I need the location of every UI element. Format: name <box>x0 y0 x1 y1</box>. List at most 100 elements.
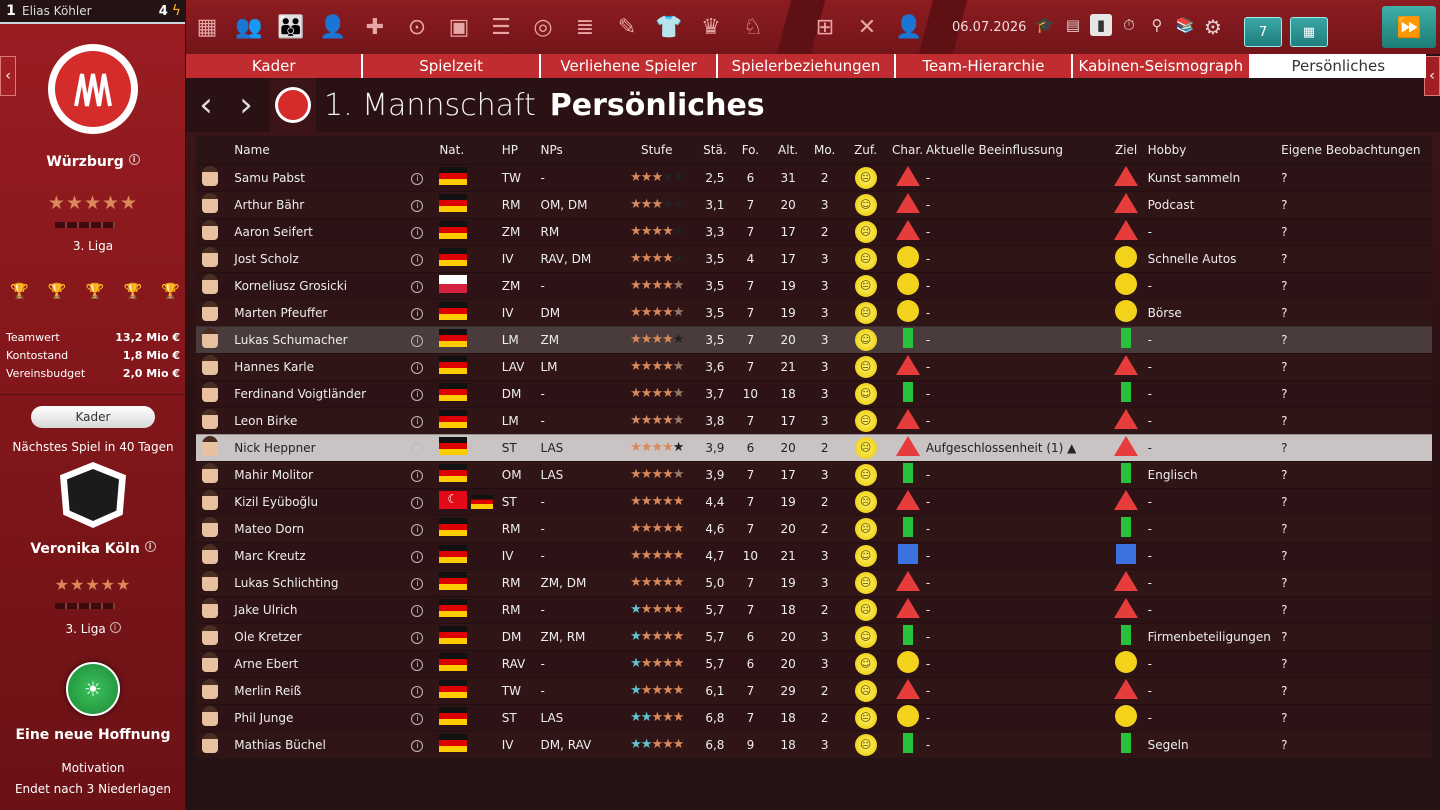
circle-icon[interactable] <box>1115 300 1138 322</box>
meeting-icon[interactable]: ☰ <box>480 0 522 54</box>
info-icon[interactable]: i <box>411 605 424 617</box>
mood-smiley-icon[interactable]: ☹ <box>854 436 877 459</box>
mood-smiley-icon[interactable]: ☺ <box>854 382 877 405</box>
circle-icon[interactable] <box>896 273 919 295</box>
triangle-icon[interactable] <box>1114 490 1139 510</box>
circle-icon[interactable] <box>896 300 919 322</box>
info-icon[interactable]: i <box>411 497 424 509</box>
player-name[interactable]: Kizil Eyüboğlu <box>228 487 412 515</box>
table-row[interactable]: Lukas Schlichting i RM ZM, DM ★★★★★ 5,0 7 19 3 😐 -… <box>196 568 1432 596</box>
info-icon[interactable]: i <box>411 740 424 753</box>
club-office-icon[interactable]: ▦ <box>186 0 228 54</box>
search-icon[interactable]: ⚲ <box>1146 14 1168 36</box>
col-mo[interactable]: Mo. <box>807 136 842 164</box>
rectangle-icon[interactable] <box>1121 733 1132 754</box>
tab-spielzeit[interactable]: Spielzeit <box>363 54 541 78</box>
triangle-icon[interactable] <box>895 598 920 618</box>
rectangle-icon[interactable] <box>1121 328 1132 348</box>
rectangle-icon[interactable] <box>902 463 913 483</box>
info-icon[interactable]: i <box>411 632 424 644</box>
kader-button[interactable]: Kader <box>31 406 155 428</box>
col-influence[interactable]: Aktuelle Beeinflussung <box>925 136 1105 164</box>
circle-icon[interactable] <box>1115 273 1138 295</box>
mood-smiley-icon[interactable]: 😐 <box>854 409 877 432</box>
back-arrow-icon[interactable]: ‹ <box>186 85 226 125</box>
player-name[interactable]: Phil Junge <box>228 703 412 731</box>
col-nps[interactable]: NPs <box>540 136 616 164</box>
player-name[interactable]: Mathias Büchel <box>228 730 412 758</box>
mood-smiley-icon[interactable]: ☺ <box>854 625 877 648</box>
col-sta[interactable]: Stä. <box>697 136 733 164</box>
squad-icon[interactable]: 👥 <box>228 0 270 54</box>
info-icon[interactable]: i <box>411 416 424 428</box>
triangle-icon[interactable] <box>1114 220 1139 240</box>
player-name[interactable]: Jake Ulrich <box>228 595 412 623</box>
circle-icon[interactable] <box>1115 705 1138 727</box>
info-icon[interactable]: i <box>109 622 121 633</box>
circle-icon[interactable] <box>1115 246 1138 268</box>
table-row[interactable]: Marc Kreutz i IV - ★★★★★ 4,7 10 21 3 ☺ - -? <box>196 541 1432 569</box>
player-name[interactable]: Aaron Seifert <box>228 217 412 245</box>
contracts-icon[interactable]: ✎ <box>606 0 648 54</box>
triangle-icon[interactable] <box>1114 436 1139 456</box>
player-observation[interactable]: ? <box>1281 514 1432 542</box>
rectangle-icon[interactable] <box>902 625 913 645</box>
mood-smiley-icon[interactable]: 😐 <box>854 274 877 297</box>
player-name[interactable]: Arthur Bähr <box>228 190 412 218</box>
info-icon[interactable]: i <box>411 686 424 698</box>
stats-icon[interactable]: ▮ <box>1090 14 1112 36</box>
triangle-icon[interactable] <box>1114 571 1139 591</box>
player-name[interactable]: Marc Kreutz <box>228 541 412 569</box>
table-row[interactable]: Aaron Seifert i ZM RM ★★★★★ 3,3 7 17 2 ☹ - -? <box>196 217 1432 245</box>
opponent-crest[interactable] <box>60 462 126 528</box>
col-name[interactable]: Name <box>228 136 412 164</box>
table-row[interactable]: Jost Scholz i IV RAV, DM ★★★★★ 3,5 4 17 3 😐 - Schne… <box>196 244 1432 272</box>
square-icon[interactable] <box>1116 544 1137 564</box>
trophy-icon[interactable]: 🏆 <box>10 282 29 300</box>
stopwatch-icon[interactable]: ⏱ <box>1118 14 1140 36</box>
opponent-name[interactable]: Veronika Köln <box>30 541 139 557</box>
table-row[interactable]: Mathias Büchel i IV DM, RAV ★★★★★ 6,8 9 18 3 😐 - Se… <box>196 730 1432 758</box>
player-name[interactable]: Hannes Karle <box>228 352 412 380</box>
table-row[interactable]: Samu Pabst i TW - ★★★★★ 2,5 6 31 2 😐 - Kunst sammel… <box>196 163 1432 191</box>
table-row[interactable]: Kizil EyüboğluiST-★★★★★4,47192☹--? <box>196 487 1432 515</box>
triangle-icon[interactable] <box>1114 679 1139 699</box>
mood-smiley-icon[interactable]: ☹ <box>854 679 877 702</box>
table-row[interactable]: Korneliusz Grosicki i ZM - ★★★★★ 3,5 7 19 3 😐 - -? <box>196 271 1432 299</box>
player-observation[interactable]: ? <box>1281 325 1432 353</box>
mood-smiley-icon[interactable]: 😐 <box>854 733 877 756</box>
training-icon[interactable]: ♘ <box>732 0 774 54</box>
table-row[interactable]: Hannes Karle i LAV LM ★★★★★ 3,6 7 21 3 😐 - -? <box>196 352 1432 380</box>
player-observation[interactable]: ? <box>1281 244 1432 272</box>
player-observation[interactable]: ? <box>1281 730 1432 758</box>
player-name[interactable]: Lukas Schumacher <box>228 325 412 353</box>
triangle-icon[interactable] <box>895 679 920 699</box>
forward-arrow-icon[interactable]: › <box>226 85 266 125</box>
player-observation[interactable]: ? <box>1281 271 1432 299</box>
merchandise-icon[interactable]: 👕 <box>648 0 690 54</box>
mood-smiley-icon[interactable]: ☹ <box>854 220 877 243</box>
info-icon[interactable]: i <box>128 154 140 165</box>
info-icon[interactable]: i <box>411 713 424 725</box>
triangle-icon[interactable] <box>895 220 920 240</box>
mood-smiley-icon[interactable]: 😐 <box>854 463 877 486</box>
youth-squad-icon[interactable]: 👪 <box>270 0 312 54</box>
club-name[interactable]: Würzburg <box>46 154 123 170</box>
triangle-icon[interactable] <box>1114 355 1139 375</box>
player-observation[interactable]: ? <box>1281 406 1432 434</box>
triangle-icon[interactable] <box>1114 409 1139 429</box>
table-row[interactable]: Arthur Bähr i RM OM, DM ★★★★★ 3,1 7 20 3 ☺ - Podcas… <box>196 190 1432 218</box>
table-row[interactable]: Ferdinand Voigtländer i DM - ★★★★★ 3,7 10 18 3 ☺ -… <box>196 379 1432 407</box>
triangle-icon[interactable] <box>895 166 920 186</box>
trophy-icon[interactable]: 🏆 <box>161 282 180 300</box>
rectangle-icon[interactable] <box>902 517 913 537</box>
info-icon[interactable]: i <box>411 200 424 212</box>
player-observation[interactable]: ? <box>1281 298 1432 326</box>
rectangle-icon[interactable] <box>1121 625 1132 645</box>
info-icon[interactable]: i <box>411 551 424 563</box>
info-icon[interactable]: i <box>411 578 424 590</box>
staff-icon[interactable]: 👤 <box>312 0 354 54</box>
manager-name[interactable]: Elias Köhler <box>22 4 159 18</box>
trophy-icon[interactable]: 🏆 <box>48 282 67 300</box>
circle-icon[interactable] <box>896 246 919 268</box>
